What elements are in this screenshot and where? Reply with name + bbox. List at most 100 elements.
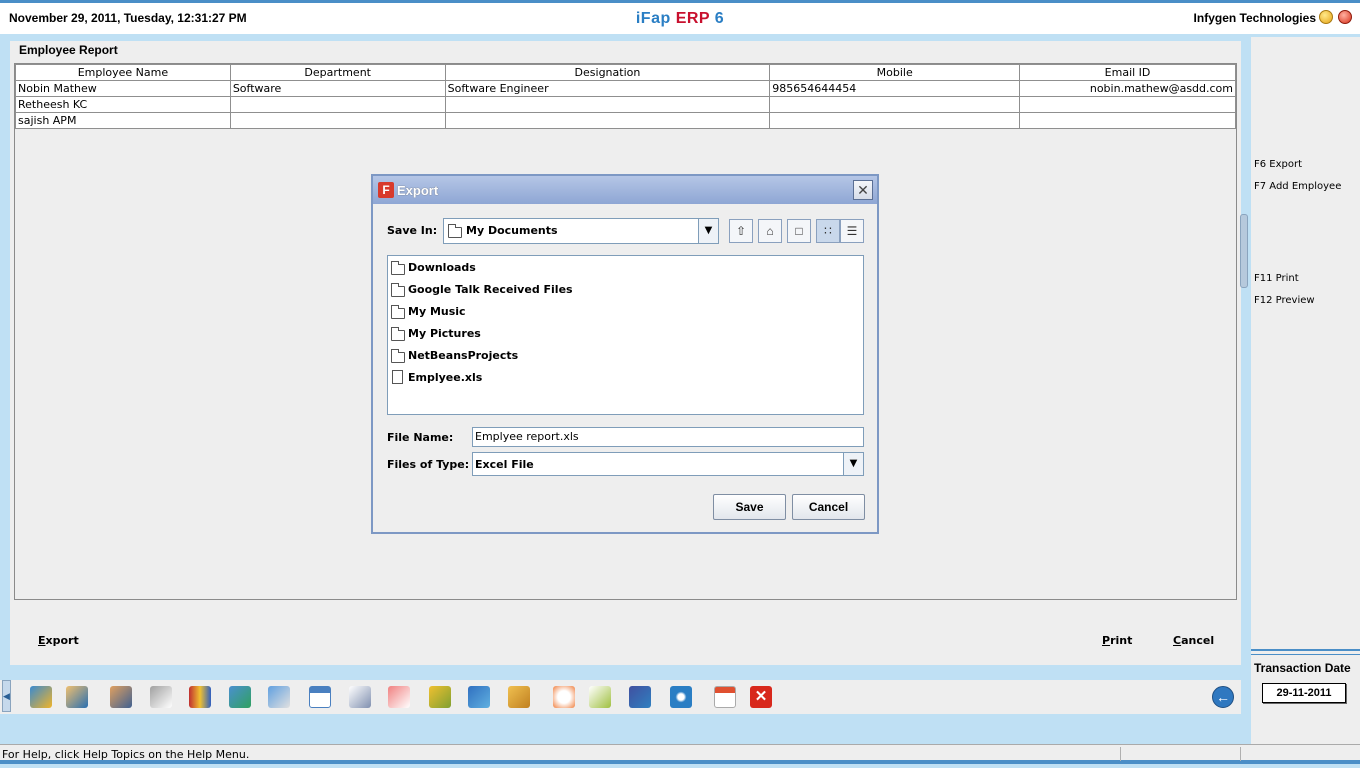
books-icon[interactable] (189, 686, 211, 708)
details-view-icon[interactable]: ☰ (840, 219, 864, 243)
folder-icon (391, 349, 405, 363)
cell-designation[interactable]: Software Engineer (444, 80, 771, 97)
folder-icon (448, 224, 462, 238)
status-divider (1120, 747, 1121, 761)
new-folder-icon[interactable]: □ (787, 219, 811, 243)
toolbar-scroll-left-icon[interactable]: ◀ (2, 680, 11, 712)
sidebar-item-export[interactable]: F6 Export (1254, 159, 1302, 170)
user-icon[interactable] (66, 686, 88, 708)
save-in-dropdown[interactable]: My Documents ▼ (443, 218, 719, 244)
column-header-designation[interactable]: Designation (444, 64, 771, 81)
column-header-department[interactable]: Department (229, 64, 446, 81)
file-name-input[interactable]: Emplyee report.xls (472, 427, 864, 447)
shortcut-sidebar: F6 Export F7 Add Employee F11 Print F12 … (1251, 37, 1360, 746)
export-button[interactable]: Export (38, 634, 79, 647)
chevron-down-icon[interactable]: ▼ (698, 219, 718, 243)
cell-employee-name[interactable]: Nobin Mathew (15, 80, 231, 97)
folder-icon (391, 283, 405, 297)
folder-icon (391, 327, 405, 341)
calendar-icon[interactable] (714, 686, 736, 708)
sidebar-item-print[interactable]: F11 Print (1254, 273, 1299, 284)
close-app-icon[interactable] (1338, 10, 1352, 24)
save-disk-icon[interactable] (629, 686, 651, 708)
folder-icon (391, 305, 405, 319)
chevron-down-icon[interactable]: ▼ (843, 453, 863, 475)
cell-mobile[interactable]: 985654644454 (769, 80, 1021, 97)
table-row[interactable]: Retheesh KC (15, 96, 1236, 113)
list-item[interactable]: Google Talk Received Files (408, 283, 573, 296)
list-view-icon[interactable]: ∷ (816, 219, 840, 243)
column-header-email[interactable]: Email ID (1019, 64, 1236, 81)
sheet-icon[interactable] (589, 686, 611, 708)
cancel-button[interactable]: Cancel (1173, 634, 1214, 647)
cell-employee-name[interactable]: sajish APM (15, 112, 231, 129)
cell-email[interactable] (1019, 112, 1236, 129)
cell-department[interactable] (229, 96, 446, 113)
title-bar: November 29, 2011, Tuesday, 12:31:27 PM … (0, 0, 1360, 34)
cell-department[interactable] (229, 112, 446, 129)
list-item[interactable]: My Music (408, 305, 466, 318)
dialog-titlebar[interactable]: F Export ✕ (373, 176, 877, 204)
cell-mobile[interactable] (769, 112, 1021, 129)
users-icon[interactable] (110, 686, 132, 708)
file-list[interactable]: Downloads Google Talk Received Files My … (387, 255, 864, 415)
settings-icon[interactable] (150, 686, 172, 708)
save-in-label: Save In: (387, 224, 438, 237)
export-dialog: F Export ✕ Save In: My Documents ▼ ⇧ ⌂ □… (371, 174, 879, 534)
transfer-icon[interactable] (268, 686, 290, 708)
file-icon (392, 370, 403, 384)
list-item[interactable]: My Pictures (408, 327, 481, 340)
cell-employee-name[interactable]: Retheesh KC (15, 96, 231, 113)
sidebar-divider (1251, 649, 1360, 655)
files-of-type-label: Files of Type: (387, 458, 470, 471)
app-logo-icon: F (378, 182, 394, 198)
table-row[interactable]: Nobin Mathew Software Software Engineer … (15, 80, 1236, 97)
print-button[interactable]: Print (1102, 634, 1132, 647)
box-icon[interactable] (508, 686, 530, 708)
cell-department[interactable]: Software (229, 80, 446, 97)
dialog-cancel-button[interactable]: Cancel (792, 494, 865, 520)
back-arrow-icon[interactable]: ← (1212, 686, 1234, 708)
panel-collapse-handle[interactable] (1240, 214, 1248, 288)
sidebar-item-preview[interactable]: F12 Preview (1254, 295, 1315, 306)
column-header-mobile[interactable]: Mobile (769, 64, 1021, 81)
cart-icon[interactable] (229, 686, 251, 708)
employee-table: Employee Name Department Designation Mob… (15, 64, 1236, 129)
document-icon[interactable] (349, 686, 371, 708)
close-icon[interactable]: ✕ (853, 180, 873, 200)
list-item[interactable]: Downloads (408, 261, 476, 274)
sidebar-item-add-employee[interactable]: F7 Add Employee (1254, 181, 1341, 192)
cell-mobile[interactable] (769, 96, 1021, 113)
tree-icon[interactable] (429, 686, 451, 708)
cell-designation[interactable] (444, 112, 771, 129)
save-button[interactable]: Save (713, 494, 786, 520)
cell-designation[interactable] (444, 96, 771, 113)
app-title-version: 6 (714, 10, 725, 27)
company-name: Infygen Technologies (1193, 11, 1316, 25)
list-item[interactable]: NetBeansProjects (408, 349, 518, 362)
page-title: Employee Report (19, 43, 118, 57)
app-title-ifap: iFap (635, 10, 671, 27)
cell-email[interactable] (1019, 96, 1236, 113)
home-folder-icon[interactable]: ⌂ (758, 219, 782, 243)
home-icon[interactable] (30, 686, 52, 708)
truck-icon[interactable] (388, 686, 410, 708)
up-folder-icon[interactable]: ⇧ (729, 219, 753, 243)
window-icon[interactable] (309, 686, 331, 708)
list-item[interactable]: Emplyee.xls (408, 371, 482, 384)
table-row[interactable]: sajish APM (15, 112, 1236, 129)
minimize-icon[interactable] (1319, 10, 1333, 24)
files-of-type-value: Excel File (475, 458, 534, 471)
cell-email[interactable]: nobin.mathew@asdd.com (1019, 80, 1236, 97)
status-divider (1240, 747, 1241, 761)
table-header-row: Employee Name Department Designation Mob… (15, 64, 1236, 81)
save-in-value: My Documents (466, 224, 558, 237)
exit-icon[interactable]: ✕ (750, 686, 772, 708)
dialog-title: Export (397, 183, 439, 198)
column-header-employee-name[interactable]: Employee Name (15, 64, 231, 81)
files-of-type-dropdown[interactable]: Excel File ▼ (472, 452, 864, 476)
network-icon[interactable] (468, 686, 490, 708)
transaction-date-field[interactable]: 29-11-2011 (1262, 683, 1346, 703)
dial-icon[interactable] (553, 686, 575, 708)
gear-icon[interactable] (670, 686, 692, 708)
